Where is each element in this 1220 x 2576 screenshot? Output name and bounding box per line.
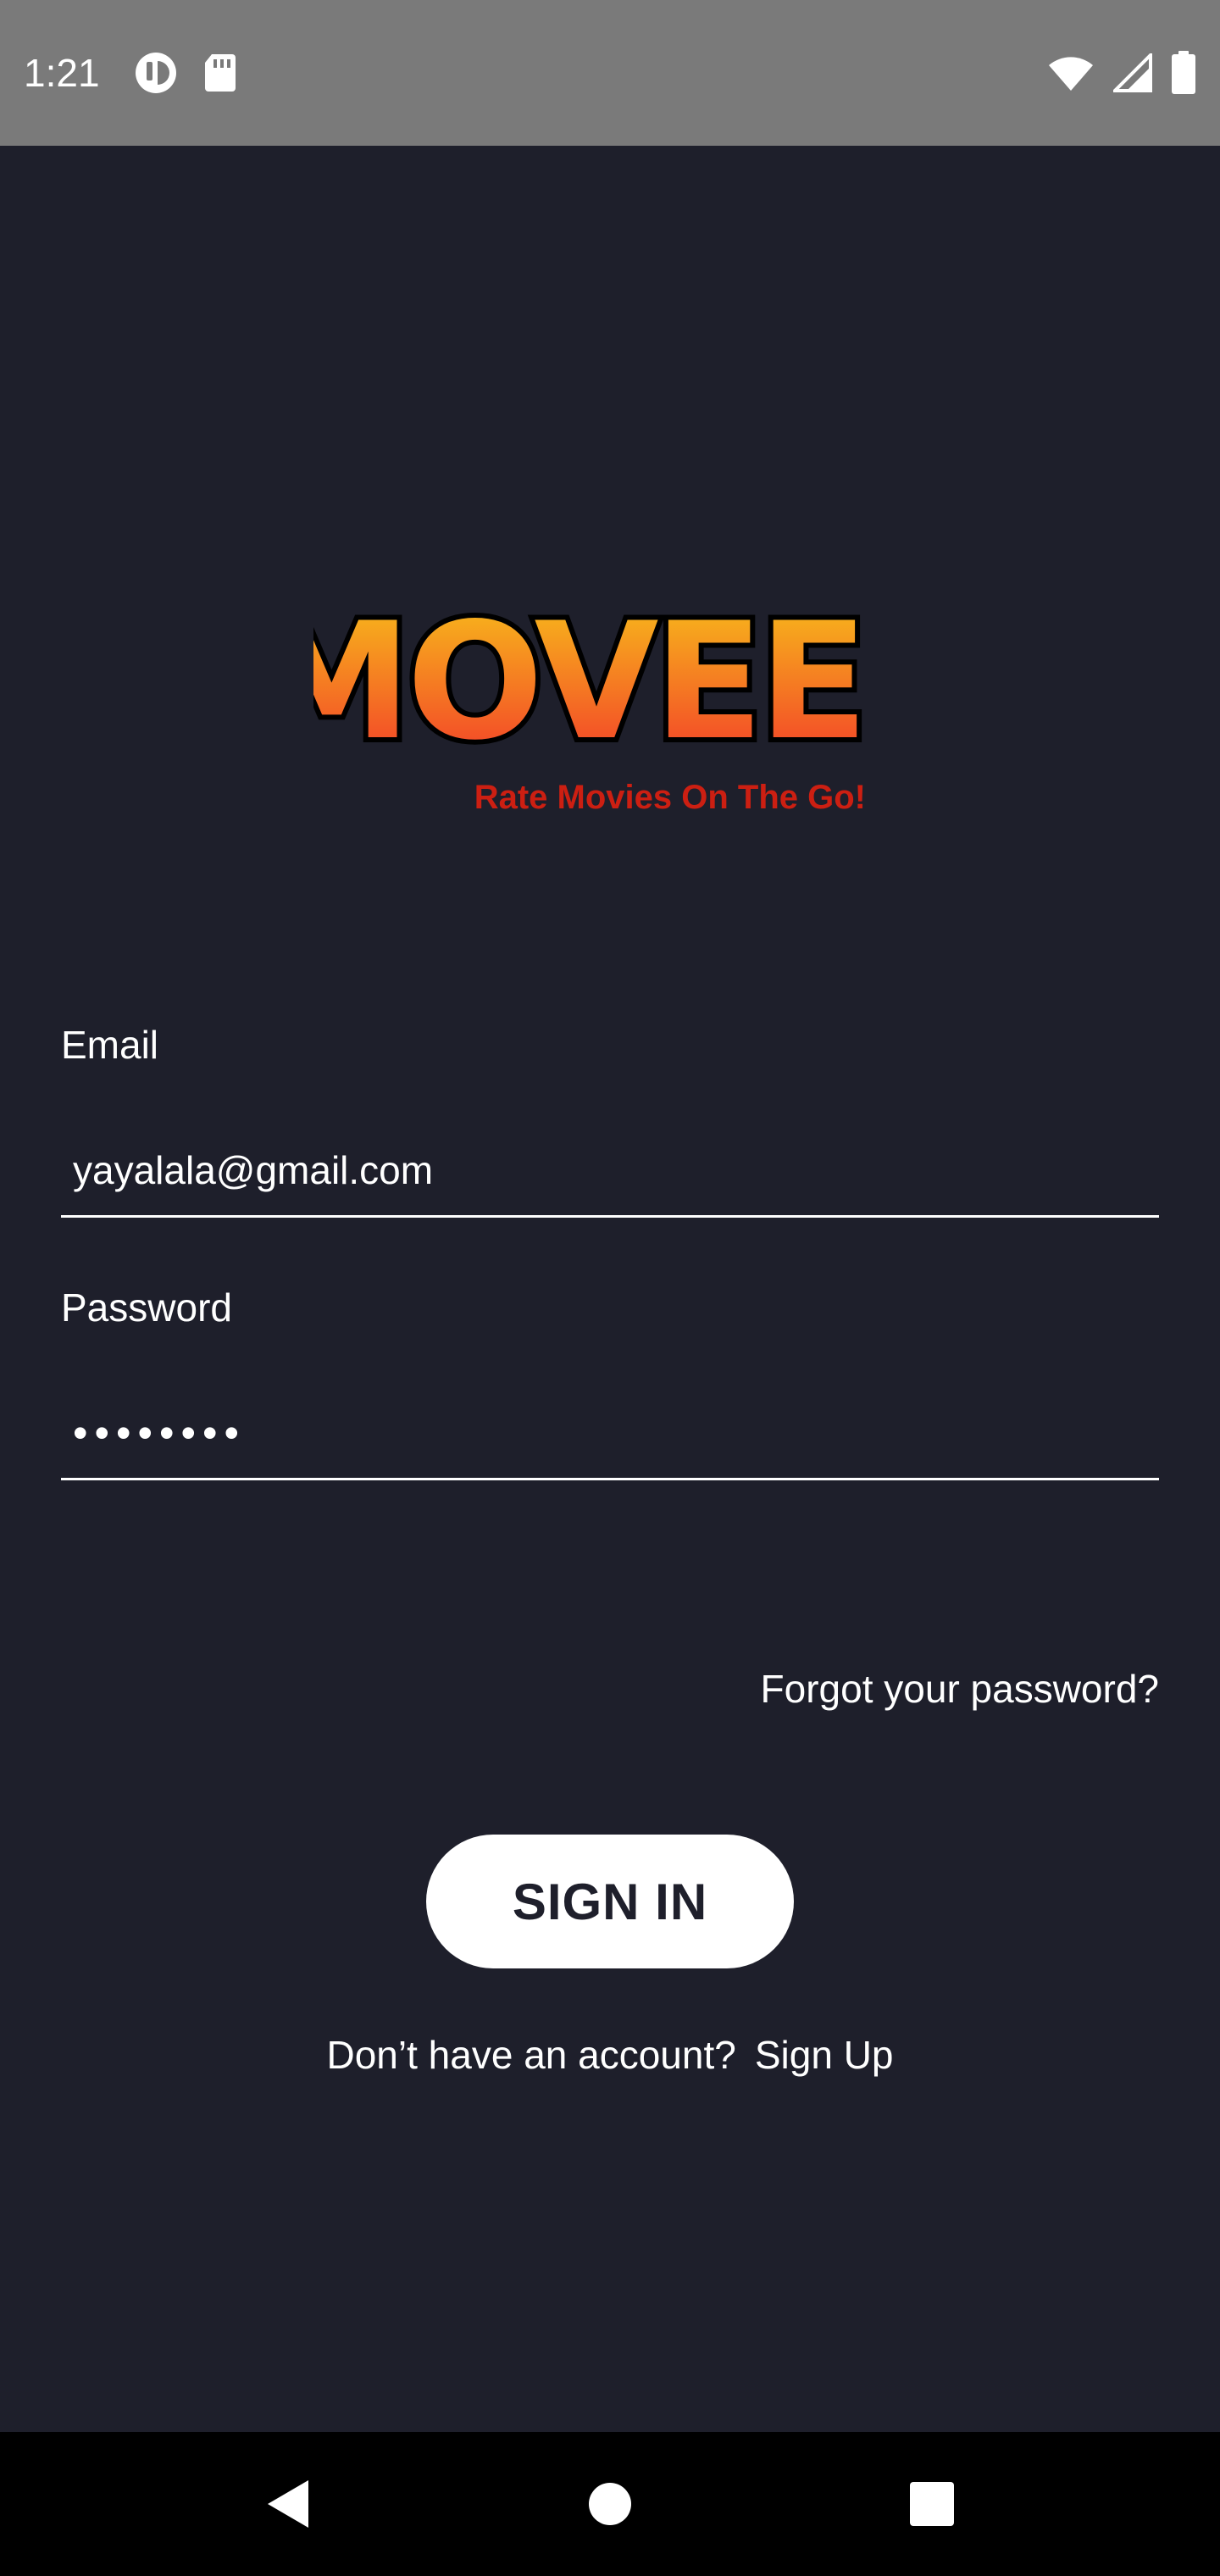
email-field[interactable] <box>61 1124 1159 1218</box>
forgot-password-link[interactable]: Forgot your password? <box>761 1666 1159 1712</box>
email-label: Email <box>61 1023 159 1067</box>
battery-icon <box>1171 51 1196 95</box>
app-logo: MOVEE Rate Movies On The Go! <box>247 568 881 822</box>
logo-title: MOVEE <box>313 588 863 775</box>
status-time: 1:21 <box>24 51 100 95</box>
status-bar: 1:21 <box>0 0 1220 146</box>
signal-icon <box>1113 53 1152 92</box>
password-field[interactable] <box>61 1387 1159 1480</box>
logo-tagline: Rate Movies On The Go! <box>474 779 866 816</box>
sd-card-icon <box>203 53 237 93</box>
wifi-icon <box>1047 53 1095 92</box>
login-screen: 1:21 MOVEE Rate Movies On The Go! Email … <box>0 0 1220 2576</box>
signup-row: Don’t have an account? Sign Up <box>0 2032 1220 2078</box>
back-icon[interactable] <box>237 2453 339 2555</box>
navigation-bar <box>0 2432 1220 2576</box>
recents-icon[interactable] <box>881 2453 983 2555</box>
sign-in-button[interactable]: SIGN IN <box>426 1835 794 1968</box>
password-label: Password <box>61 1285 232 1330</box>
signup-prompt: Don’t have an account? <box>326 2033 736 2077</box>
home-icon[interactable] <box>559 2453 661 2555</box>
media-icon <box>134 51 178 95</box>
sign-up-link[interactable]: Sign Up <box>755 2033 894 2077</box>
